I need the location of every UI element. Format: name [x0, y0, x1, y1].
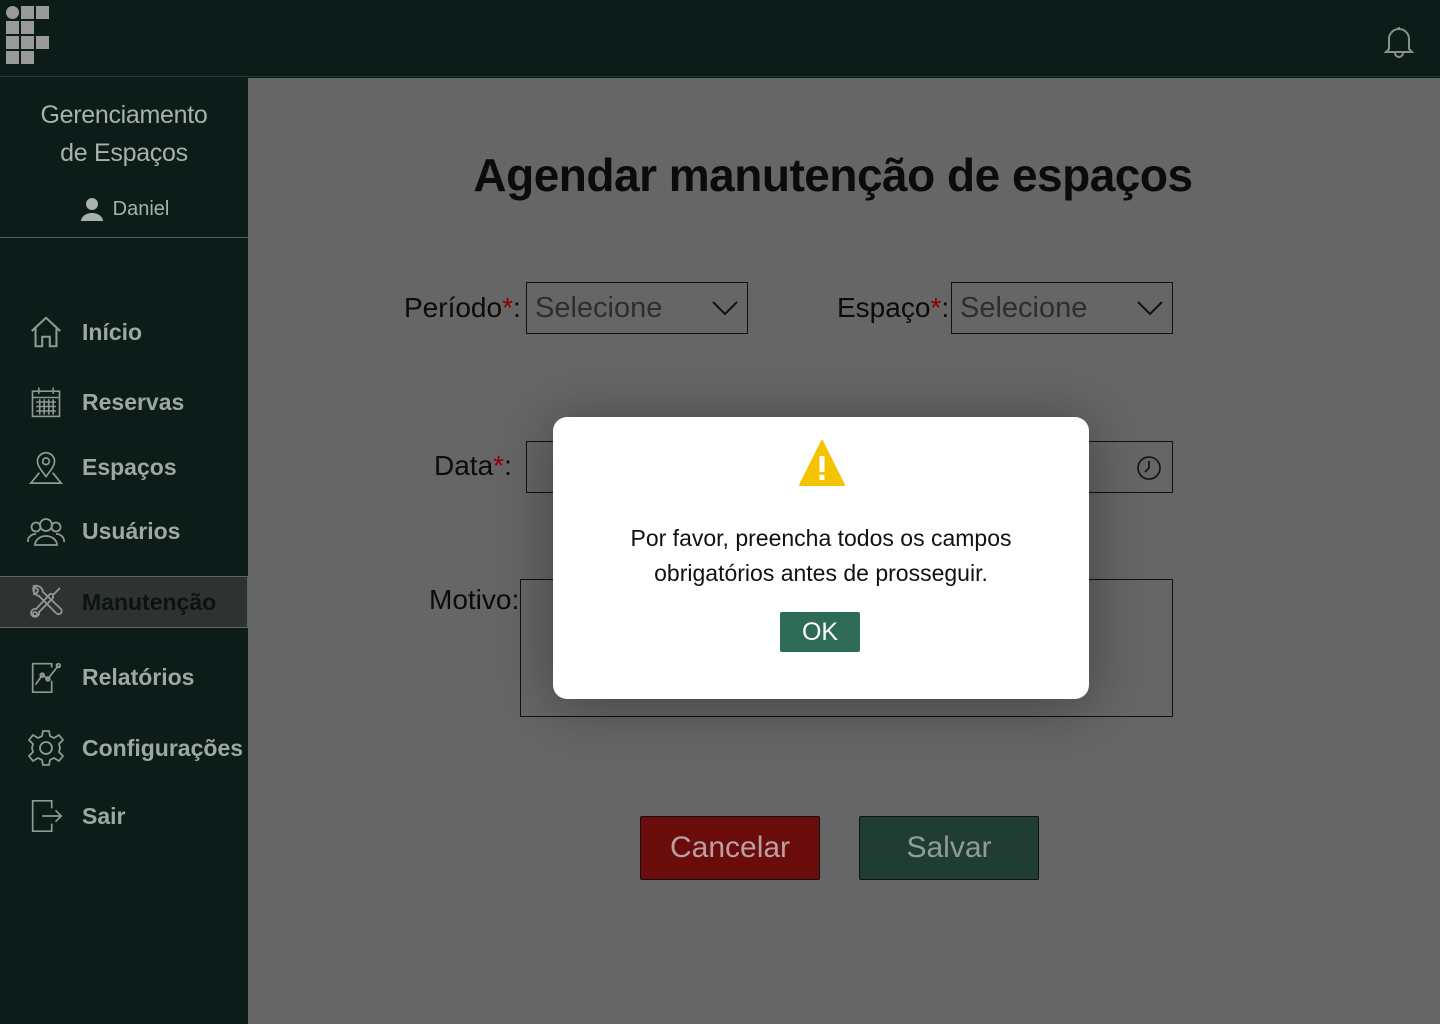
alert-message: Por favor, preencha todos os campos obri…: [593, 521, 1049, 591]
institution-logo: [6, 6, 50, 64]
tools-icon: [26, 582, 66, 622]
sidebar-item-label: Início: [82, 318, 143, 345]
sidebar-item-inicio[interactable]: Início: [0, 306, 248, 358]
logout-icon: [26, 796, 66, 836]
validation-alert-dialog: Por favor, preencha todos os campos obri…: [553, 417, 1089, 699]
cancel-button[interactable]: Cancelar: [640, 816, 820, 880]
users-icon: [26, 511, 66, 551]
required-mark: *: [502, 292, 513, 323]
motivo-label: Motivo:: [429, 584, 520, 615]
alert-message-line2: obrigatórios antes de prosseguir.: [654, 560, 988, 586]
espaco-label: Espaço*:: [837, 292, 949, 324]
sidebar-item-label: Usuários: [82, 517, 181, 544]
data-label-text: Data: [434, 450, 494, 481]
espaco-select[interactable]: Selecione: [951, 282, 1173, 334]
sidebar: Gerenciamento de Espaços Daniel Início R…: [0, 78, 248, 1024]
sidebar-item-espacos[interactable]: Espaços: [0, 441, 248, 493]
periodo-select[interactable]: Selecione: [526, 282, 748, 334]
app-title: Gerenciamento de Espaços: [0, 96, 248, 172]
label-colon: :: [504, 450, 512, 481]
user-profile[interactable]: Daniel: [0, 196, 248, 222]
save-button[interactable]: Salvar: [859, 816, 1039, 880]
periodo-label: Período*:: [404, 292, 521, 324]
sidebar-item-manutencao[interactable]: Manutenção: [0, 576, 248, 628]
gear-icon: [26, 728, 66, 768]
app-title-line1: Gerenciamento: [40, 101, 208, 129]
calendar-icon: [26, 382, 66, 422]
label-colon: :: [941, 292, 950, 323]
sidebar-item-sair[interactable]: Sair: [0, 790, 248, 842]
espaco-label-text: Espaço: [837, 292, 931, 323]
sidebar-item-label: Manutenção: [82, 588, 217, 615]
sidebar-item-relatorios[interactable]: Relatórios: [0, 651, 248, 703]
required-mark: *: [930, 292, 942, 323]
sidebar-item-label: Espaços: [82, 453, 177, 480]
alert-message-line1: Por favor, preencha todos os campos: [630, 525, 1012, 551]
sidebar-item-label: Relatórios: [82, 663, 195, 690]
sidebar-item-usuarios[interactable]: Usuários: [0, 505, 248, 557]
ok-button[interactable]: OK: [780, 612, 860, 652]
periodo-select-value: Selecione: [535, 292, 663, 324]
clock-icon[interactable]: [1136, 455, 1162, 481]
notification-bell-icon[interactable]: [1380, 22, 1418, 60]
report-chart-icon: [26, 657, 66, 697]
home-icon: [26, 312, 66, 352]
user-icon: [80, 198, 103, 221]
sidebar-item-label: Sair: [82, 802, 126, 829]
label-colon: :: [512, 292, 521, 323]
chevron-down-icon: [712, 301, 738, 316]
data-label: Data*:: [434, 450, 512, 482]
sidebar-divider: [0, 237, 248, 238]
sidebar-item-reservas[interactable]: Reservas: [0, 376, 248, 428]
sidebar-item-configuracoes[interactable]: Configurações: [0, 722, 248, 774]
sidebar-item-label: Reservas: [82, 388, 185, 415]
page-title: Agendar manutenção de espaços: [473, 149, 1193, 201]
app-title-line2: de Espaços: [60, 139, 188, 167]
espaco-select-value: Selecione: [960, 292, 1088, 324]
warning-icon: [799, 440, 845, 486]
map-pin-icon: [26, 447, 66, 487]
required-mark: *: [493, 450, 505, 481]
sidebar-item-label: Configurações: [82, 734, 244, 761]
periodo-label-text: Período: [404, 292, 503, 323]
chevron-down-icon: [1137, 301, 1163, 316]
user-name: Daniel: [112, 197, 170, 220]
top-bar: [0, 0, 1440, 77]
